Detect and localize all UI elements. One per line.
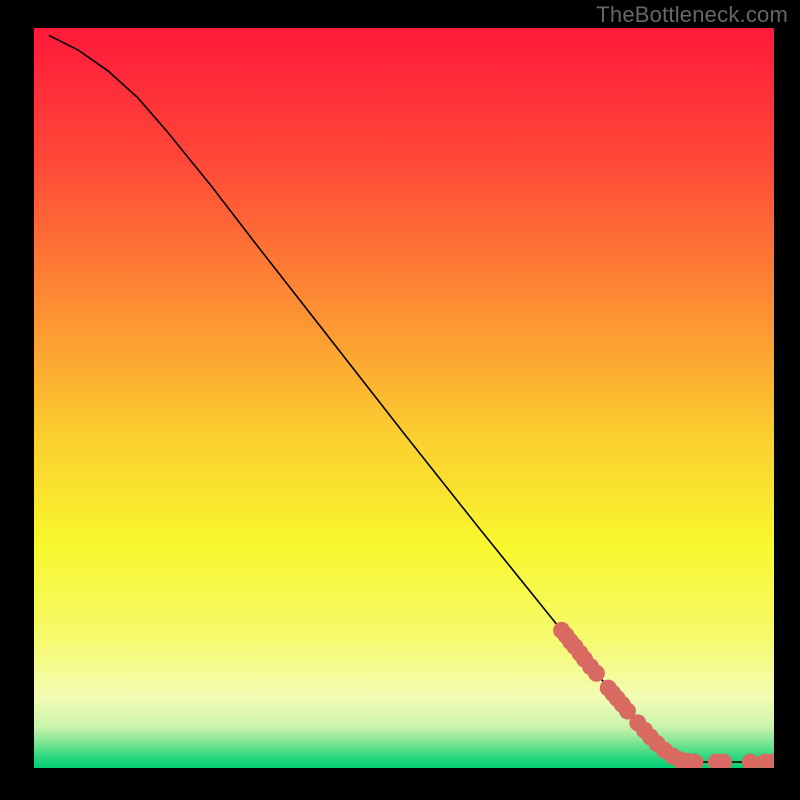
chart-frame: TheBottleneck.com <box>0 0 800 800</box>
marker-dot <box>588 665 605 682</box>
watermark-text: TheBottleneck.com <box>596 2 788 28</box>
plot-area <box>34 28 774 768</box>
plot-svg <box>34 28 774 768</box>
gradient-background <box>34 28 774 768</box>
